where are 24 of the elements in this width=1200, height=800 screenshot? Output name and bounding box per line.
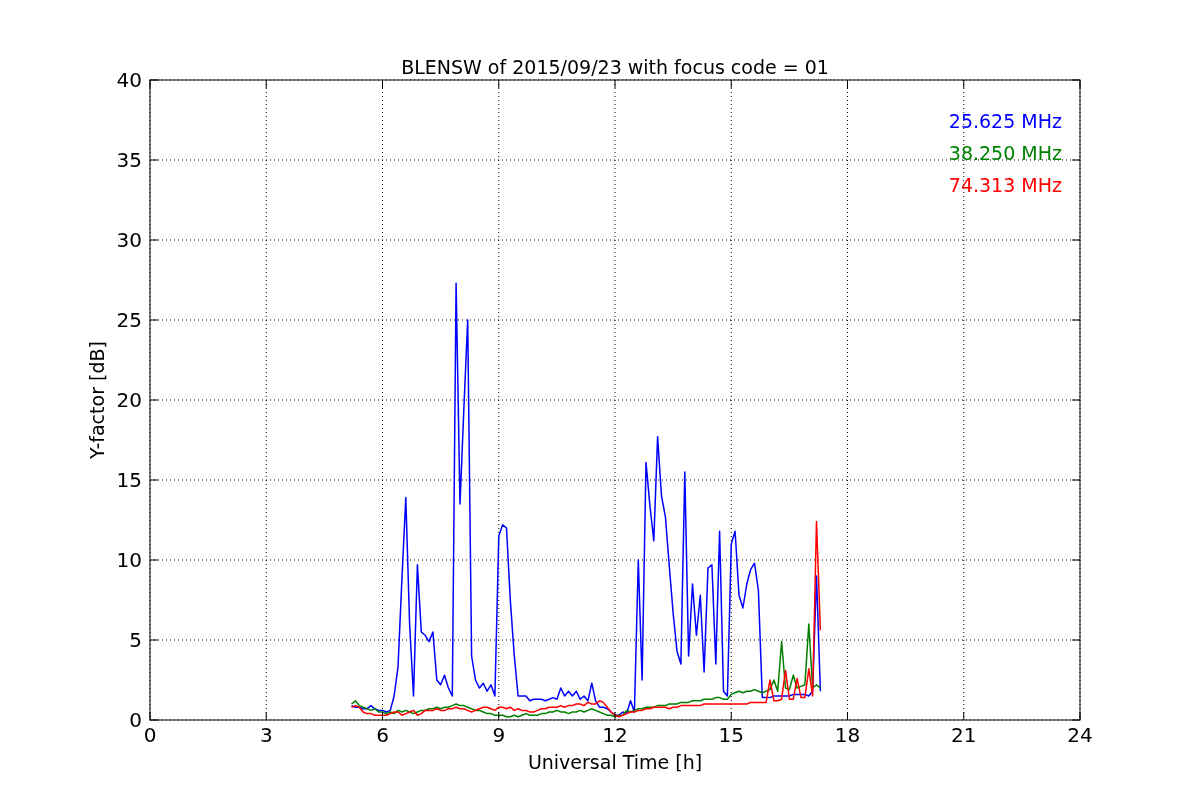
y-axis-label: Y-factor [dB] bbox=[86, 341, 108, 459]
tick-label: 40 bbox=[116, 68, 142, 92]
tick-label: 0 bbox=[129, 708, 142, 732]
chart-title: BLENSW of 2015/09/23 with focus code = 01 bbox=[401, 56, 829, 78]
legend-label: 74.313 MHz bbox=[948, 174, 1062, 196]
x-axis-label: Universal Time [h] bbox=[527, 751, 703, 773]
tick-label: 10 bbox=[116, 548, 142, 572]
tick-label: 21 bbox=[951, 723, 977, 747]
tick-label: 5 bbox=[129, 628, 142, 652]
tick-label: 6 bbox=[376, 723, 389, 747]
legend-label: 38.250 MHz bbox=[948, 142, 1062, 164]
legend-label: 25.625 MHz bbox=[948, 110, 1062, 132]
tick-label: 35 bbox=[116, 148, 142, 172]
tick-label: 18 bbox=[834, 723, 861, 747]
tick-label: 20 bbox=[116, 388, 142, 412]
tick-label: 3 bbox=[259, 723, 273, 747]
tick-label: 12 bbox=[602, 723, 628, 747]
tick-label: 0 bbox=[143, 723, 157, 747]
tick-label: 9 bbox=[492, 723, 506, 747]
tick-label: 15 bbox=[116, 468, 142, 492]
tick-label: 25 bbox=[116, 308, 142, 332]
tick-label: 30 bbox=[116, 228, 142, 252]
tick-label: 24 bbox=[1067, 723, 1093, 747]
tick-label: 15 bbox=[718, 723, 744, 747]
